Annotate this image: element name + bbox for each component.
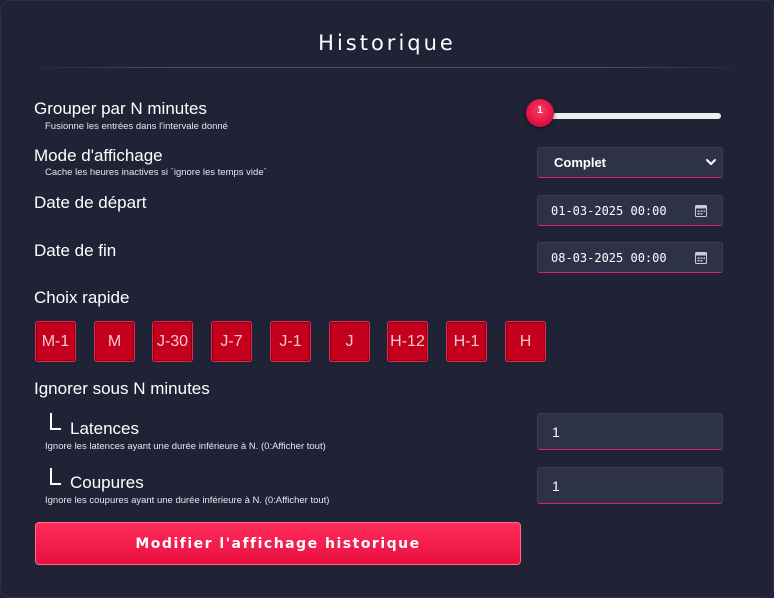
corner-bracket-icon (50, 468, 61, 485)
end-date-value: 08-03-2025 00:00 (551, 250, 667, 265)
display-hint: Cache les heures inactives si `ignore le… (45, 167, 267, 178)
group-slider-track[interactable] (541, 113, 721, 119)
quick-button-h-1[interactable]: H-1 (446, 321, 487, 362)
quick-button-j-30[interactable]: J-30 (152, 321, 193, 362)
end-date-input[interactable]: 08-03-2025 00:00 (537, 242, 723, 273)
latency-value: 1 (552, 423, 560, 440)
quick-button-j-7[interactable]: J-7 (211, 321, 252, 362)
latency-label: Latences (70, 419, 139, 438)
start-date-label: Date de départ (34, 193, 147, 212)
start-date-value: 01-03-2025 00:00 (551, 203, 667, 218)
history-panel: Historique Grouper par N minutes Fusionn… (0, 0, 774, 598)
calendar-icon[interactable] (695, 204, 707, 217)
group-label: Grouper par N minutes (34, 99, 207, 118)
group-slider-value: 1 (537, 104, 543, 116)
corner-bracket-icon (50, 413, 61, 430)
quick-button-m-1[interactable]: M-1 (35, 321, 76, 362)
chevron-down-icon (706, 159, 716, 165)
quick-button-h-12[interactable]: H-12 (387, 321, 428, 362)
modify-history-button[interactable]: Modifier l'affichage historique (35, 522, 521, 565)
cuts-hint: Ignore les coupures ayant une durée infé… (45, 495, 330, 506)
group-hint: Fusionne les entrées dans l'intervale do… (45, 121, 228, 132)
start-date-input[interactable]: 01-03-2025 00:00 (537, 195, 723, 226)
quick-button-h[interactable]: H (505, 321, 546, 362)
cuts-label: Coupures (70, 473, 144, 492)
end-date-label: Date de fin (34, 241, 117, 260)
display-label: Mode d'affichage (34, 146, 163, 165)
latency-hint: Ignore les latences ayant une durée infé… (45, 441, 326, 452)
group-slider-thumb[interactable]: 1 (526, 99, 554, 127)
calendar-icon[interactable] (695, 251, 707, 264)
display-mode-select[interactable]: Complet (537, 147, 723, 178)
cuts-value: 1 (552, 477, 560, 494)
latency-input[interactable]: 1 (537, 413, 723, 450)
display-mode-value: Complet (554, 155, 606, 170)
quick-choice-label: Choix rapide (34, 288, 130, 307)
title-divider (21, 67, 753, 68)
cuts-input[interactable]: 1 (537, 467, 723, 504)
quick-button-j[interactable]: J (329, 321, 370, 362)
quick-button-m[interactable]: M (94, 321, 135, 362)
quick-button-j-1[interactable]: J-1 (270, 321, 311, 362)
ignore-label: Ignorer sous N minutes (34, 379, 210, 398)
page-title: Historique (318, 31, 456, 55)
